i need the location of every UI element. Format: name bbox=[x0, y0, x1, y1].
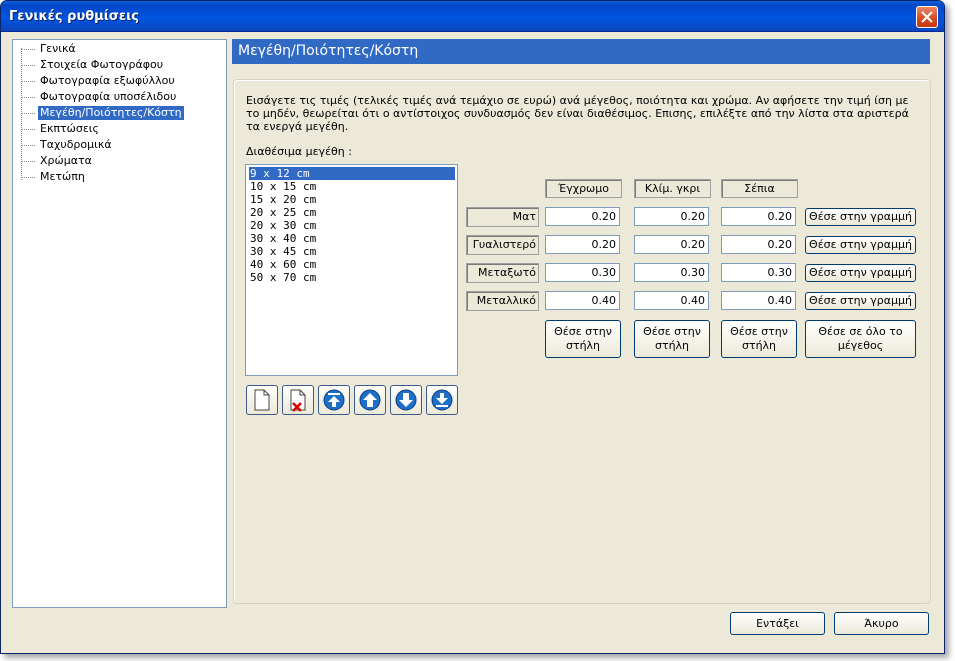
ok-button[interactable]: Εντάξει bbox=[730, 612, 825, 635]
price-cell[interactable] bbox=[634, 207, 709, 226]
window-title: Γενικές ρυθμίσεις bbox=[9, 9, 139, 24]
column-header-grayscale: Κλίμ. γκρι bbox=[634, 179, 711, 198]
close-icon bbox=[921, 11, 933, 23]
list-item[interactable]: 40 x 60 cm bbox=[249, 258, 455, 271]
set-row-button[interactable]: Θέσε στην γραμμή bbox=[805, 292, 916, 310]
price-cell[interactable] bbox=[634, 235, 709, 254]
price-cell[interactable] bbox=[634, 291, 709, 310]
price-cell[interactable] bbox=[545, 263, 620, 282]
arrow-down-icon bbox=[395, 389, 417, 411]
row-header-matte: Ματ bbox=[466, 207, 539, 227]
column-header-color: Έγχρωμο bbox=[545, 179, 622, 198]
move-bottom-button[interactable] bbox=[426, 385, 458, 415]
set-column-button[interactable]: Θέσε στην στήλη bbox=[545, 320, 621, 358]
close-button[interactable] bbox=[916, 6, 938, 28]
price-cell[interactable] bbox=[545, 207, 620, 226]
price-cell[interactable] bbox=[721, 235, 796, 254]
delete-document-icon bbox=[290, 389, 306, 412]
list-item[interactable]: 30 x 45 cm bbox=[249, 245, 455, 258]
move-to-top-icon bbox=[323, 389, 345, 411]
set-column-button[interactable]: Θέσε στην στήλη bbox=[634, 320, 710, 358]
column-header-sepia: Σέπια bbox=[721, 179, 798, 198]
list-item[interactable]: 20 x 30 cm bbox=[249, 219, 455, 232]
move-down-button[interactable] bbox=[390, 385, 422, 415]
list-item[interactable]: 15 x 20 cm bbox=[249, 193, 455, 206]
section-title: Μεγέθη/Ποιότητες/Κόστη bbox=[238, 43, 419, 59]
move-top-button[interactable] bbox=[318, 385, 350, 415]
cancel-button[interactable]: Άκυρο bbox=[834, 612, 929, 635]
arrow-up-icon bbox=[359, 389, 381, 411]
set-column-button[interactable]: Θέσε στην στήλη bbox=[721, 320, 797, 358]
price-cell[interactable] bbox=[721, 263, 796, 282]
set-row-button[interactable]: Θέσε στην γραμμή bbox=[805, 208, 916, 226]
price-cell[interactable] bbox=[721, 291, 796, 310]
price-cell[interactable] bbox=[545, 235, 620, 254]
list-item[interactable]: 20 x 25 cm bbox=[249, 206, 455, 219]
sizes-listbox[interactable]: 9 x 12 cm 10 x 15 cm 15 x 20 cm 20 x 25 … bbox=[245, 164, 458, 376]
list-item[interactable]: 9 x 12 cm bbox=[249, 167, 455, 180]
move-to-bottom-icon bbox=[431, 389, 453, 411]
set-row-button[interactable]: Θέσε στην γραμμή bbox=[805, 236, 916, 254]
move-up-button[interactable] bbox=[354, 385, 386, 415]
row-header-silk: Μεταξωτό bbox=[466, 263, 539, 283]
price-cell[interactable] bbox=[545, 291, 620, 310]
new-document-icon bbox=[254, 389, 270, 411]
section-description: Εισάγετε τις τιμές (τελικές τιμές ανά τε… bbox=[246, 94, 909, 133]
price-cell[interactable] bbox=[721, 207, 796, 226]
new-size-button[interactable] bbox=[246, 385, 278, 415]
list-item[interactable]: 10 x 15 cm bbox=[249, 180, 455, 193]
set-row-button[interactable]: Θέσε στην γραμμή bbox=[805, 264, 916, 282]
set-whole-size-button[interactable]: Θέσε σε όλο το μέγεθος bbox=[805, 320, 916, 358]
section-header: Μεγέθη/Ποιότητες/Κόστη bbox=[232, 39, 930, 64]
list-item[interactable]: 30 x 40 cm bbox=[249, 232, 455, 245]
settings-tree[interactable]: Γενικά Στοιχεία Φωτογράφου Φωτογραφία εξ… bbox=[12, 39, 227, 608]
sizes-label: Διαθέσιμα μεγέθη : bbox=[246, 145, 352, 158]
list-item[interactable]: 50 x 70 cm bbox=[249, 271, 455, 284]
row-header-metallic: Μεταλλικό bbox=[466, 291, 539, 311]
row-header-glossy: Γυαλιστερό bbox=[466, 235, 539, 255]
title-bar[interactable]: Γενικές ρυθμίσεις bbox=[1, 1, 944, 32]
price-cell[interactable] bbox=[634, 263, 709, 282]
delete-size-button[interactable] bbox=[282, 385, 314, 415]
